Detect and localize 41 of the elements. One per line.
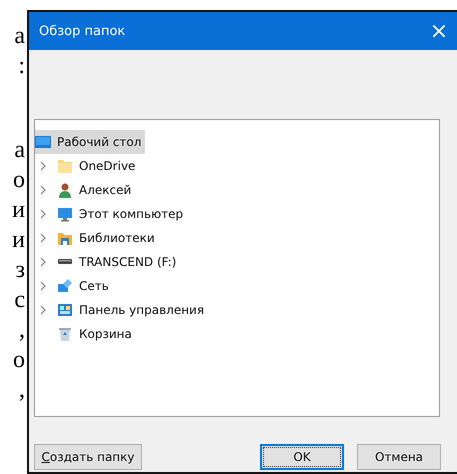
tree-item[interactable]: Сеть xyxy=(35,274,113,298)
tree-item[interactable]: Панель управления xyxy=(35,298,208,322)
chevron-icon[interactable] xyxy=(39,233,47,243)
page-text: а xyxy=(14,136,26,165)
folder-icon xyxy=(57,158,73,174)
dialog-button[interactable]: Отмена xyxy=(357,444,441,470)
page-text: и xyxy=(12,226,26,255)
tree-item[interactable]: Рабочий стол xyxy=(35,130,146,154)
page-text: о xyxy=(13,346,26,375)
close-button[interactable]: × xyxy=(421,13,457,49)
recycle-bin-icon xyxy=(57,326,73,342)
chevron-icon[interactable] xyxy=(39,281,47,291)
window-title: Обзор папок xyxy=(39,24,126,38)
tree-item[interactable]: Алексей xyxy=(35,178,136,202)
chevron-icon[interactable] xyxy=(39,185,47,195)
chevron-icon[interactable] xyxy=(39,305,47,315)
dialog-button[interactable]: OK xyxy=(260,444,344,470)
page-text: о xyxy=(13,166,26,195)
page-text: , xyxy=(19,316,26,345)
tree-item[interactable]: TRANSCEND (F:) xyxy=(35,250,180,274)
person-icon xyxy=(57,182,73,198)
page-text: : xyxy=(18,52,26,81)
library-folder-icon xyxy=(57,230,73,246)
control-panel-icon xyxy=(57,302,73,318)
monitor-icon xyxy=(57,206,73,222)
dialog-button[interactable]: Создать папку xyxy=(34,444,142,470)
tree-item[interactable]: Корзина xyxy=(35,322,136,346)
page-text: , xyxy=(19,376,26,405)
chevron-icon[interactable] xyxy=(39,209,47,219)
chevron-icon[interactable] xyxy=(39,257,47,267)
page-text: и xyxy=(12,196,26,225)
page-text: а xyxy=(14,22,26,51)
tree-item[interactable]: Этот компьютер xyxy=(35,202,188,226)
network-icon xyxy=(57,278,73,294)
desktop-icon xyxy=(35,134,51,150)
chevron-icon[interactable] xyxy=(39,161,47,171)
tree-item[interactable]: Библиотеки xyxy=(35,226,159,250)
drive-icon xyxy=(57,258,73,265)
tree-item[interactable]: OneDrive xyxy=(35,154,140,178)
page-text: с xyxy=(14,286,26,315)
page-text: з xyxy=(16,256,26,285)
